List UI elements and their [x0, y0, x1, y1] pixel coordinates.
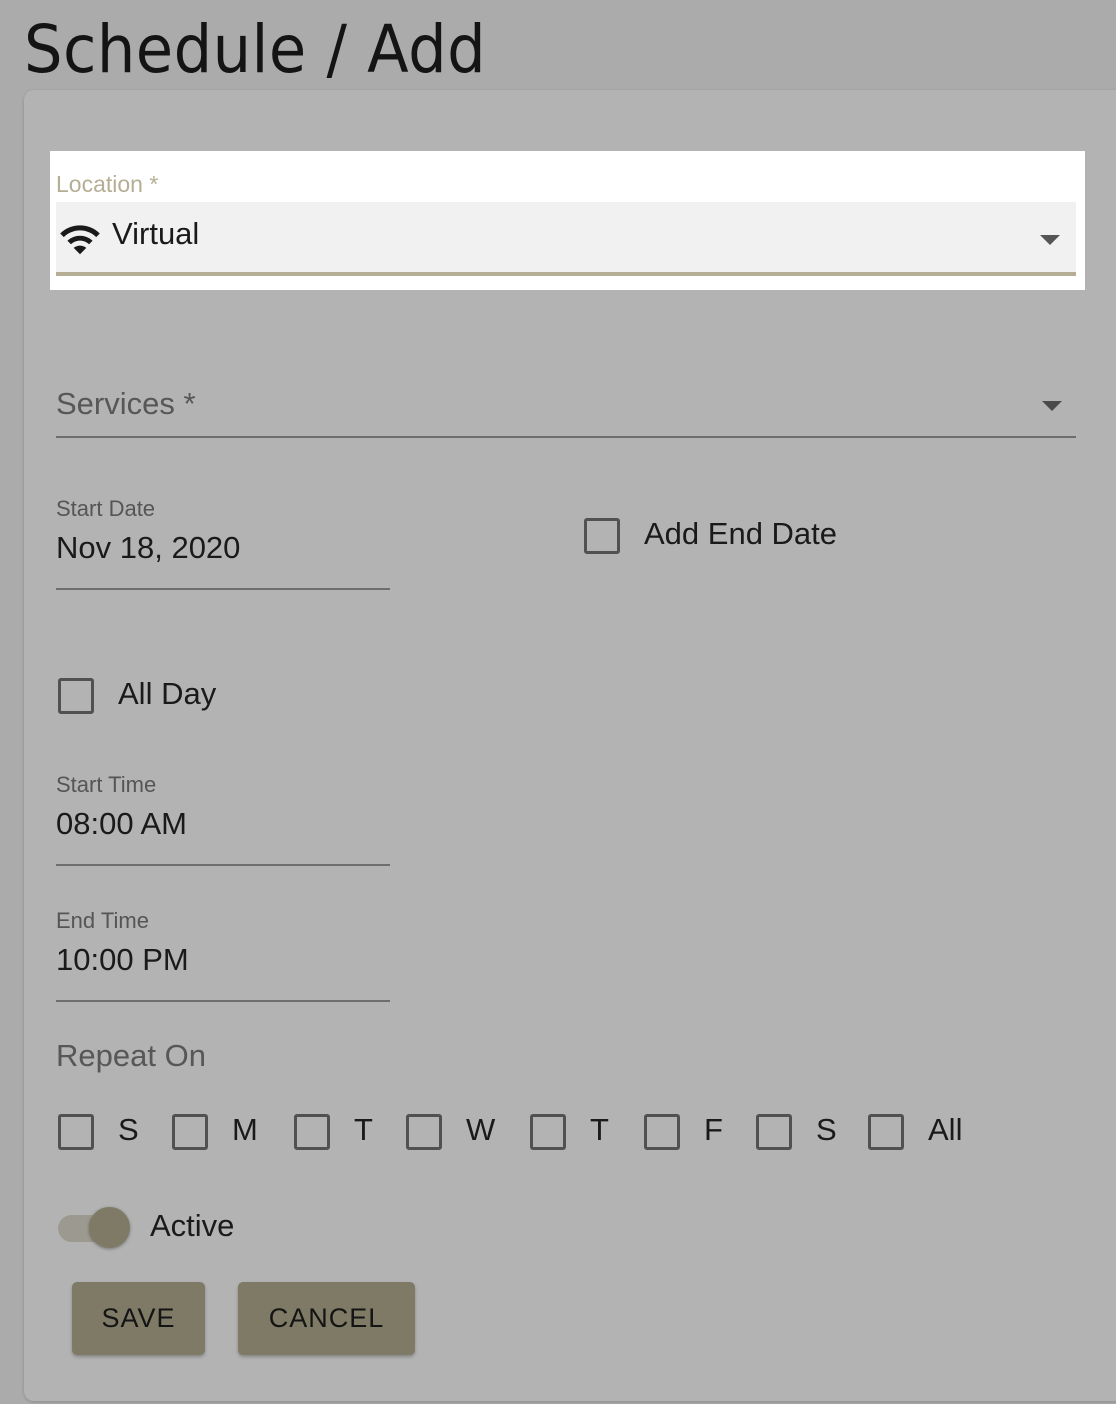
repeat-on-label: Repeat On [56, 1038, 206, 1073]
location-value: Virtual [112, 216, 200, 251]
repeat-day-label: S [118, 1112, 139, 1147]
chevron-down-icon [1040, 235, 1060, 245]
save-button[interactable]: SAVE [72, 1282, 205, 1355]
cancel-button[interactable]: CANCEL [238, 1282, 415, 1355]
active-toggle-thumb[interactable] [89, 1207, 130, 1248]
repeat-day-checkbox-sun[interactable] [58, 1114, 94, 1150]
start-time-field[interactable]: Start Time 08:00 AM [56, 772, 390, 866]
services-label: Services * [56, 386, 196, 421]
add-end-date-checkbox[interactable] [584, 518, 620, 554]
all-day-checkbox[interactable] [58, 678, 94, 714]
end-time-label: End Time [56, 908, 149, 933]
end-time-value: 10:00 PM [56, 942, 189, 977]
wifi-icon [60, 225, 100, 255]
repeat-day-label: M [232, 1112, 258, 1147]
repeat-day-label: W [466, 1112, 496, 1147]
repeat-day-label: S [816, 1112, 837, 1147]
active-toggle-label: Active [150, 1208, 235, 1243]
services-select[interactable]: Services * [56, 380, 1076, 438]
repeat-day-label: T [590, 1112, 609, 1147]
repeat-day-label: All [928, 1112, 963, 1147]
repeat-day-checkbox-all[interactable] [868, 1114, 904, 1150]
start-date-label: Start Date [56, 496, 156, 521]
repeat-day-checkbox-thu[interactable] [530, 1114, 566, 1150]
all-day-label: All Day [118, 676, 217, 711]
add-end-date-label: Add End Date [644, 516, 838, 551]
start-time-label: Start Time [56, 772, 157, 797]
location-select[interactable]: Virtual [56, 202, 1076, 276]
page-title: Schedule / Add [24, 11, 487, 88]
location-label: Location * [56, 171, 159, 197]
start-date-field[interactable]: Start Date Nov 18, 2020 [56, 496, 390, 590]
repeat-day-checkbox-wed[interactable] [406, 1114, 442, 1150]
repeat-day-checkbox-sat[interactable] [756, 1114, 792, 1150]
end-time-field[interactable]: End Time 10:00 PM [56, 908, 390, 1002]
repeat-day-checkbox-fri[interactable] [644, 1114, 680, 1150]
repeat-day-label: T [354, 1112, 373, 1147]
chevron-down-icon [1042, 401, 1062, 411]
start-time-value: 08:00 AM [56, 806, 187, 841]
location-field: Location * Virtual [50, 151, 1085, 290]
start-date-value: Nov 18, 2020 [56, 530, 241, 565]
repeat-day-checkbox-mon[interactable] [172, 1114, 208, 1150]
repeat-day-label: F [704, 1112, 723, 1147]
repeat-day-checkbox-tue[interactable] [294, 1114, 330, 1150]
